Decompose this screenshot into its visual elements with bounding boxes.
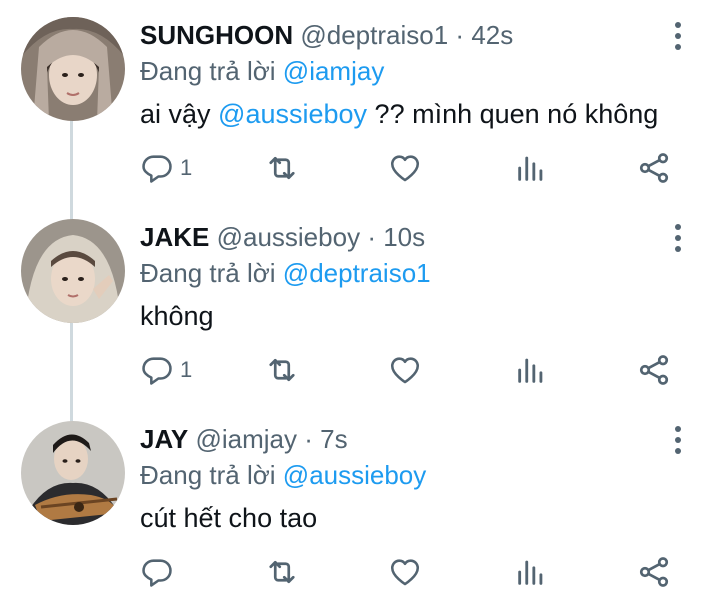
username[interactable]: @iamjay xyxy=(195,424,297,454)
more-vertical-icon[interactable] xyxy=(664,14,692,58)
reply-button[interactable]: 1 xyxy=(140,148,192,188)
retweet-icon xyxy=(269,156,295,180)
like-button[interactable] xyxy=(388,350,422,390)
timestamp[interactable]: 10s xyxy=(383,222,425,252)
heart-icon xyxy=(390,357,420,384)
tweet-text-part: cút hết cho tao xyxy=(140,503,318,533)
tweet[interactable]: SUNGHOON @deptraiso1 · 42s Đang trả lời … xyxy=(0,0,720,202)
views-button[interactable] xyxy=(514,552,548,592)
share-icon xyxy=(639,355,669,385)
tweet-text-part: ai vậy xyxy=(140,99,219,129)
action-bar xyxy=(0,552,720,592)
tweet-header: JAKE @aussieboy · 10s xyxy=(140,220,425,254)
tweet[interactable]: JAY @iamjay · 7s Đang trả lời @aussieboy… xyxy=(0,404,720,606)
retweet-icon xyxy=(269,560,295,584)
reply-button[interactable] xyxy=(140,552,174,592)
views-icon xyxy=(518,156,543,181)
avatar[interactable] xyxy=(21,17,125,121)
display-name[interactable]: JAY xyxy=(140,424,188,454)
like-button[interactable] xyxy=(388,148,422,188)
replying-to-mention[interactable]: @aussieboy xyxy=(283,460,426,490)
retweet-button[interactable] xyxy=(264,148,300,188)
username[interactable]: @deptraiso1 xyxy=(300,20,448,50)
reply-button[interactable]: 1 xyxy=(140,350,192,390)
avatar[interactable] xyxy=(21,219,125,323)
tweet-text: cút hết cho tao xyxy=(140,501,317,535)
share-button[interactable] xyxy=(636,350,672,390)
replying-to: Đang trả lời @aussieboy xyxy=(140,458,426,492)
reply-icon xyxy=(142,357,172,385)
separator: · xyxy=(367,222,376,252)
action-bar: 1 xyxy=(0,350,720,390)
tweet-mention[interactable]: @aussieboy xyxy=(218,99,367,129)
tweet-header: SUNGHOON @deptraiso1 · 42s xyxy=(140,18,513,52)
replying-to-mention[interactable]: @deptraiso1 xyxy=(283,258,431,288)
reply-icon xyxy=(142,559,172,587)
action-bar: 1 xyxy=(0,148,720,188)
reply-count: 1 xyxy=(180,155,193,180)
tweet-text-part: ?? mình quen nó không xyxy=(367,99,659,129)
share-button[interactable] xyxy=(636,148,672,188)
replying-to: Đang trả lời @deptraiso1 xyxy=(140,256,431,290)
share-button[interactable] xyxy=(636,552,672,592)
like-button[interactable] xyxy=(388,552,422,592)
avatar[interactable] xyxy=(21,421,125,525)
display-name[interactable]: JAKE xyxy=(140,222,209,252)
replying-to-label: Đang trả lời xyxy=(140,56,276,86)
replying-to-label: Đang trả lời xyxy=(140,258,276,288)
display-name[interactable]: SUNGHOON xyxy=(140,20,293,50)
tweet[interactable]: JAKE @aussieboy · 10s Đang trả lời @dept… xyxy=(0,202,720,404)
tweet-text: ai vậy @aussieboy ?? mình quen nó không xyxy=(140,97,658,131)
retweet-button[interactable] xyxy=(264,552,300,592)
retweet-icon xyxy=(269,358,295,382)
replying-to-label: Đang trả lời xyxy=(140,460,276,490)
retweet-button[interactable] xyxy=(264,350,300,390)
reply-count: 1 xyxy=(180,357,193,382)
heart-icon xyxy=(390,559,420,586)
views-icon xyxy=(518,358,543,383)
more-vertical-icon[interactable] xyxy=(664,418,692,462)
views-button[interactable] xyxy=(514,148,548,188)
tweet-text: không xyxy=(140,299,214,333)
views-icon xyxy=(518,560,543,585)
replying-to-mention[interactable]: @iamjay xyxy=(283,56,385,86)
views-button[interactable] xyxy=(514,350,548,390)
username[interactable]: @aussieboy xyxy=(217,222,360,252)
separator: · xyxy=(304,424,313,454)
timestamp[interactable]: 42s xyxy=(471,20,513,50)
share-icon xyxy=(639,557,669,587)
more-vertical-icon[interactable] xyxy=(664,216,692,260)
tweet-header: JAY @iamjay · 7s xyxy=(140,422,348,456)
timestamp[interactable]: 7s xyxy=(320,424,347,454)
tweet-text-part: không xyxy=(140,301,214,331)
replying-to: Đang trả lời @iamjay xyxy=(140,54,384,88)
share-icon xyxy=(639,153,669,183)
heart-icon xyxy=(390,155,420,182)
separator: · xyxy=(455,20,465,50)
reply-icon xyxy=(142,155,172,183)
